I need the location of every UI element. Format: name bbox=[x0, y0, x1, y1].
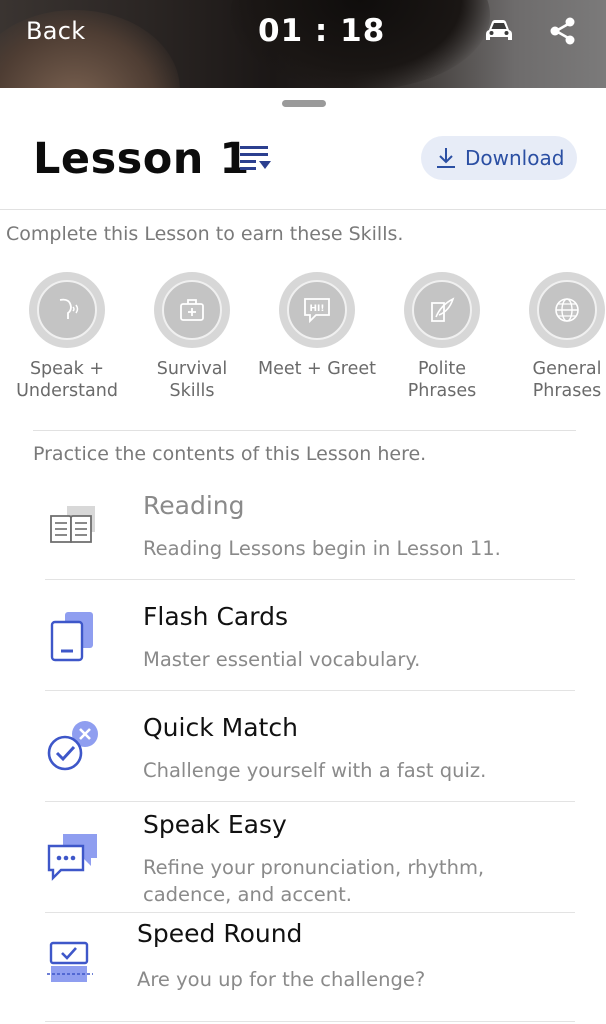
timer-display: 01 : 18 bbox=[258, 13, 386, 49]
sheet-drag-handle[interactable] bbox=[282, 100, 326, 107]
practice-description: Refine your pronunciation, rhythm, caden… bbox=[143, 856, 485, 906]
practice-description: Are you up for the challenge? bbox=[137, 968, 426, 991]
page-title: Lesson 1 bbox=[33, 134, 250, 184]
globe-icon bbox=[555, 298, 579, 322]
chat-bubbles-icon bbox=[45, 832, 101, 888]
practice-item-flash-cards[interactable]: Flash Cards Master essential vocabulary. bbox=[45, 580, 575, 691]
skill-label: Speak + Understand bbox=[16, 359, 118, 401]
first-aid-kit-icon bbox=[180, 299, 204, 321]
divider bbox=[0, 209, 606, 210]
speak-understand-icon bbox=[59, 298, 79, 319]
practice-title: Quick Match bbox=[143, 713, 298, 742]
skill-general-phrases[interactable]: General Phrases bbox=[502, 272, 606, 402]
practice-item-speed-round[interactable]: Speed Round Are you up for the challenge… bbox=[45, 913, 575, 1024]
svg-text:HI!: HI! bbox=[310, 304, 325, 314]
practice-item-quick-match[interactable]: Quick Match Challenge yourself with a fa… bbox=[45, 691, 575, 802]
share-icon[interactable] bbox=[548, 16, 578, 46]
skill-label: Meet + Greet bbox=[257, 359, 377, 379]
lesson-title-row: Lesson 1 Download bbox=[0, 128, 606, 208]
video-header: Back 01 : 18 bbox=[0, 0, 606, 88]
speed-round-icon bbox=[45, 939, 101, 995]
hi-speech-bubble-icon: HI! bbox=[304, 298, 330, 324]
practice-intro-text: Practice the contents of this Lesson her… bbox=[33, 443, 427, 465]
skills-row: Speak + Understand Survival Skills HI! M… bbox=[0, 272, 606, 412]
flash-cards-icon bbox=[45, 610, 101, 666]
download-icon bbox=[437, 148, 455, 168]
list-sort-icon[interactable] bbox=[238, 142, 274, 176]
quill-paper-icon bbox=[431, 297, 455, 322]
lesson-sheet: Lesson 1 Download Complete this Lesson t… bbox=[0, 88, 606, 1024]
practice-title: Reading bbox=[143, 491, 245, 520]
skill-polite-phrases[interactable]: Polite Phrases bbox=[377, 272, 507, 402]
skill-label: Survival Skills bbox=[156, 359, 228, 401]
practice-title: Speak Easy bbox=[143, 810, 287, 839]
practice-title: Flash Cards bbox=[143, 602, 288, 631]
download-label: Download bbox=[465, 146, 565, 170]
practice-description: Challenge yourself with a fast quiz. bbox=[143, 759, 487, 782]
skill-label: Polite Phrases bbox=[407, 359, 477, 401]
practice-item-reading[interactable]: Reading Reading Lessons begin in Lesson … bbox=[45, 488, 575, 580]
download-button[interactable]: Download bbox=[421, 136, 577, 180]
practice-description: Reading Lessons begin in Lesson 11. bbox=[143, 537, 501, 560]
skill-survival-skills[interactable]: Survival Skills bbox=[127, 272, 257, 402]
skill-speak-understand[interactable]: Speak + Understand bbox=[2, 272, 132, 402]
divider bbox=[45, 1021, 575, 1022]
car-icon[interactable] bbox=[484, 18, 514, 44]
quick-match-icon bbox=[45, 719, 101, 775]
skill-meet-greet[interactable]: HI! Meet + Greet bbox=[252, 272, 382, 380]
back-button[interactable]: Back bbox=[26, 17, 85, 45]
practice-title: Speed Round bbox=[137, 919, 303, 948]
divider bbox=[33, 430, 576, 431]
skill-label: General Phrases bbox=[532, 359, 602, 401]
practice-description: Master essential vocabulary. bbox=[143, 648, 421, 671]
book-icon bbox=[45, 500, 101, 556]
practice-item-speak-easy[interactable]: Speak Easy Refine your pronunciation, rh… bbox=[45, 802, 575, 913]
skills-intro-text: Complete this Lesson to earn these Skill… bbox=[6, 223, 404, 245]
